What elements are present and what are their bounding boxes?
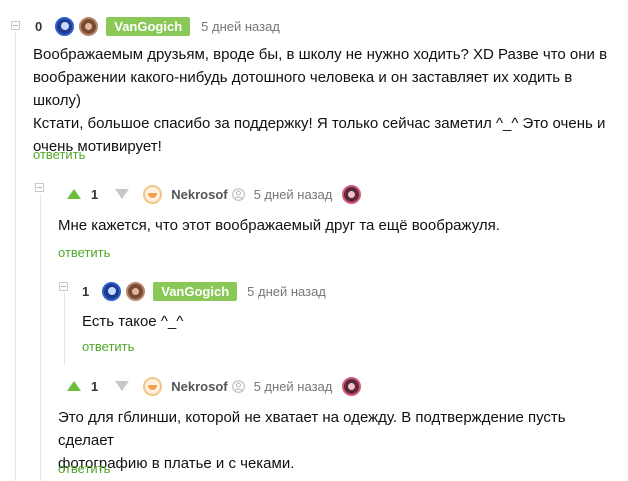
comment-text-line: Кстати, большое спасибо за поддержку! Я … bbox=[33, 115, 606, 132]
comment-rating: 1 bbox=[91, 378, 99, 394]
user-outline-icon bbox=[231, 187, 245, 201]
comment-time[interactable]: 5 дней назад bbox=[201, 19, 280, 34]
comment-rating: 0 bbox=[35, 18, 43, 34]
comment-text: Это для гблинши, которой не хватает на о… bbox=[58, 406, 618, 475]
avatar[interactable] bbox=[55, 16, 75, 36]
comment-text: Есть такое ^_^ bbox=[82, 310, 612, 333]
collapse-minus-icon[interactable] bbox=[11, 21, 20, 30]
comment-time[interactable]: 5 дней назад bbox=[254, 187, 333, 202]
reply-link[interactable]: ответить bbox=[82, 339, 134, 354]
avatar[interactable] bbox=[143, 376, 163, 396]
comment-text: Воображаемым друзьям, вроде бы, в школу … bbox=[33, 43, 623, 158]
avatar[interactable] bbox=[143, 184, 163, 204]
comment-header: 0 VanGogich 5 дней назад bbox=[35, 15, 280, 37]
user-outline-icon bbox=[231, 379, 245, 393]
comment-text-line: Есть такое ^_^ bbox=[82, 313, 184, 330]
collapse-minus-icon[interactable] bbox=[35, 183, 44, 192]
comment-time[interactable]: 5 дней назад bbox=[254, 379, 333, 394]
thread-line-level-0 bbox=[15, 32, 16, 481]
collapse-minus-icon[interactable] bbox=[59, 282, 68, 291]
triangle-down-icon[interactable] bbox=[114, 380, 130, 392]
comment-rating: 1 bbox=[91, 186, 99, 202]
avatar[interactable] bbox=[342, 376, 362, 396]
comment-text-line: Мне кажется, что этот воображаемый друг … bbox=[58, 217, 500, 234]
author-name[interactable]: Nekrosof bbox=[171, 379, 227, 394]
comment-time[interactable]: 5 дней назад bbox=[247, 284, 326, 299]
author-badge[interactable]: VanGogich bbox=[106, 16, 191, 36]
comment-text-line: воображении какого-нибудь дотошного чело… bbox=[33, 69, 573, 109]
reply-link[interactable]: ответить bbox=[33, 147, 85, 162]
triangle-up-icon[interactable] bbox=[66, 380, 82, 392]
comment-header: 1 Nekrosof 5 дней назад bbox=[66, 375, 362, 397]
comment-text-line: Это для гблинши, которой не хватает на о… bbox=[58, 409, 566, 449]
comment-text: Мне кажется, что этот воображаемый друг … bbox=[58, 214, 618, 237]
reply-link[interactable]: ответить bbox=[58, 461, 110, 476]
avatar[interactable] bbox=[79, 16, 99, 36]
avatar[interactable] bbox=[102, 281, 122, 301]
thread-line-level-1 bbox=[40, 194, 41, 481]
author-name[interactable]: Nekrosof bbox=[171, 187, 227, 202]
thread-line-level-2 bbox=[64, 293, 65, 365]
avatar[interactable] bbox=[342, 184, 362, 204]
triangle-up-icon[interactable] bbox=[66, 188, 82, 200]
author-badge[interactable]: VanGogich bbox=[153, 281, 238, 301]
avatar[interactable] bbox=[126, 281, 146, 301]
comment-rating: 1 bbox=[82, 283, 90, 299]
reply-link[interactable]: ответить bbox=[58, 245, 110, 260]
triangle-down-icon[interactable] bbox=[114, 188, 130, 200]
comment-header: 1 Nekrosof 5 дней назад bbox=[66, 183, 362, 205]
comment-header: 1 VanGogich 5 дней назад bbox=[82, 280, 326, 302]
comment-text-line: Воображаемым друзьям, вроде бы, в школу … bbox=[33, 46, 608, 63]
